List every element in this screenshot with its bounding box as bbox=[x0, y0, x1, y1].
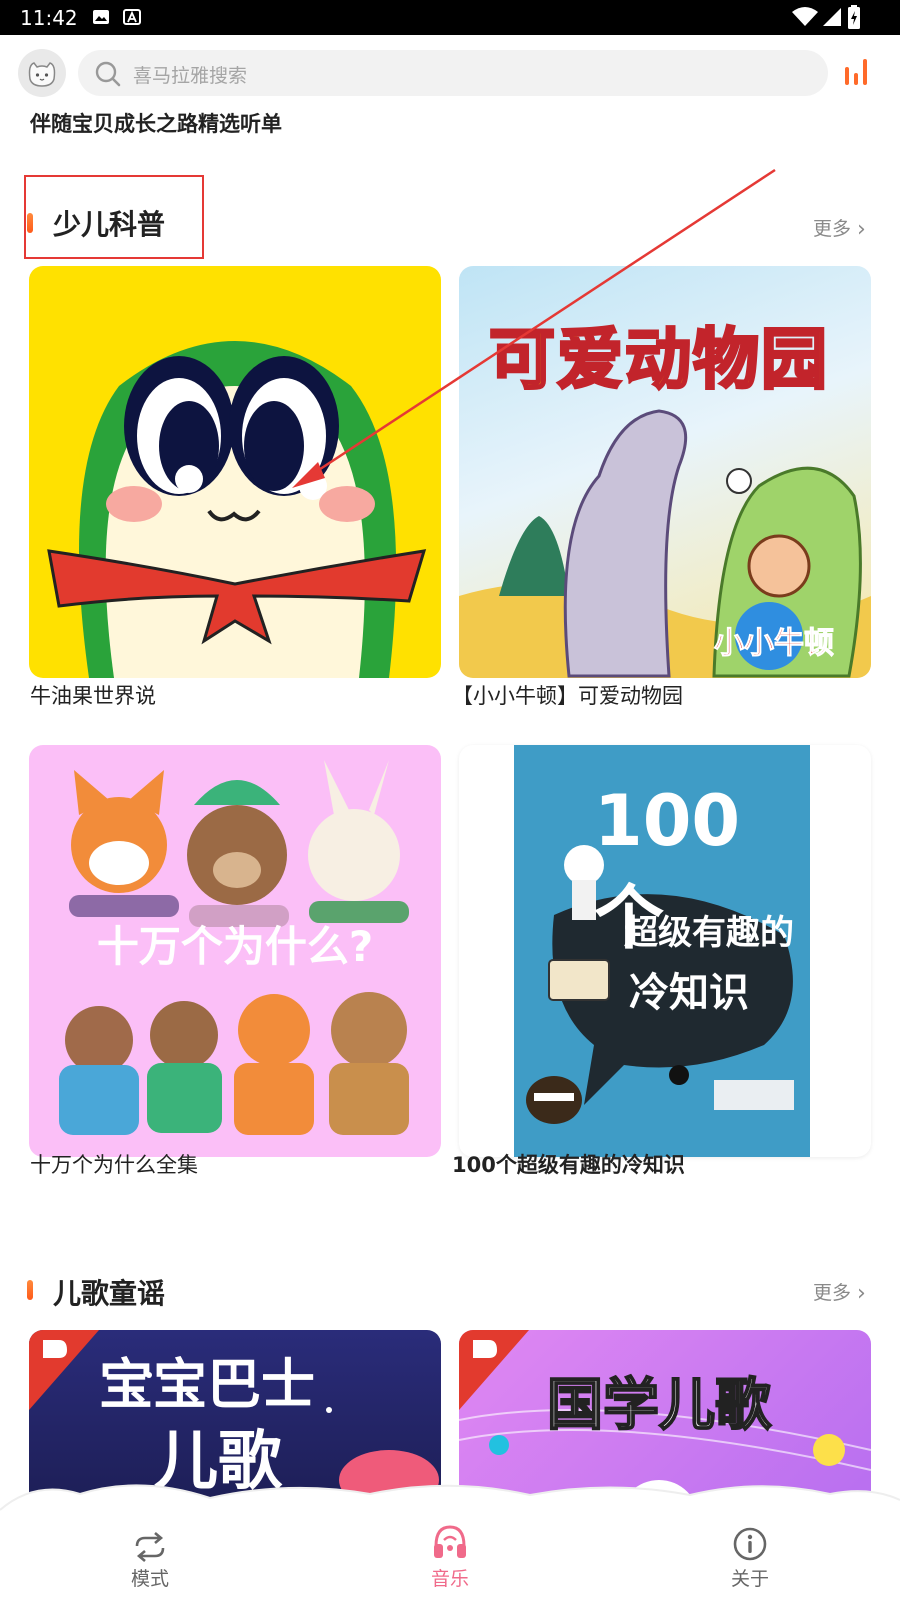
cover-title: 十万个为什么? bbox=[96, 922, 374, 971]
more-label: 更多 bbox=[813, 218, 852, 240]
album-cover-why[interactable]: 十万个为什么? bbox=[29, 745, 441, 1157]
image-notification-icon bbox=[93, 10, 109, 24]
album-cover-newton-zoo[interactable]: 可爱动物园 小小牛顿 bbox=[459, 266, 871, 678]
status-time: 11:42 bbox=[20, 6, 78, 30]
nav-tab-mode[interactable]: 模式 bbox=[80, 1532, 220, 1591]
repeat-icon bbox=[135, 1532, 165, 1562]
album-cover-fun-facts[interactable]: 100个 超级有趣的 冷知识 bbox=[459, 745, 871, 1157]
album-cover-avocado[interactable] bbox=[29, 266, 441, 678]
nav-tab-music[interactable]: 音乐 bbox=[380, 1522, 520, 1591]
more-label: 更多 bbox=[813, 1282, 852, 1304]
chevron-right-icon: › bbox=[857, 1281, 866, 1306]
search-header: 喜马拉雅搜索 bbox=[0, 35, 900, 110]
cover-badge: 小小牛顿 bbox=[714, 626, 835, 662]
wifi-icon bbox=[792, 7, 818, 26]
user-avatar[interactable] bbox=[18, 49, 66, 97]
cover-title: 冷知识 bbox=[629, 970, 749, 1016]
search-bar[interactable]: 喜马拉雅搜索 bbox=[78, 50, 828, 96]
nav-label: 模式 bbox=[130, 1568, 169, 1590]
album-title[interactable]: 【小小牛顿】可爱动物园 bbox=[452, 680, 683, 710]
battery-icon bbox=[848, 5, 860, 29]
nav-tab-about[interactable]: 关于 bbox=[680, 1526, 820, 1591]
cover-title: 宝宝巴士 bbox=[99, 1353, 315, 1416]
album-title[interactable]: 牛油果世界说 bbox=[30, 680, 156, 710]
headphones-icon bbox=[434, 1525, 466, 1558]
cover-subtitle: 超级有趣的 bbox=[624, 913, 794, 953]
cat-face-icon bbox=[28, 62, 56, 87]
now-playing-icon[interactable] bbox=[843, 55, 873, 87]
cover-title: 可爱动物园 bbox=[488, 320, 829, 400]
bottom-navigation: 模式 音乐 关于 bbox=[0, 1480, 900, 1600]
search-placeholder: 喜马拉雅搜索 bbox=[133, 65, 248, 87]
status-bar: 11:42 bbox=[0, 0, 900, 35]
book-cover: 100个 超级有趣的 冷知识 bbox=[514, 745, 810, 1157]
more-link-science[interactable]: 更多 › bbox=[813, 214, 866, 242]
penguin-illustration bbox=[47, 341, 427, 678]
album-title[interactable]: 100个超级有趣的冷知识 bbox=[452, 1149, 685, 1179]
chevron-right-icon: › bbox=[857, 217, 866, 242]
a-notification-icon bbox=[123, 9, 141, 25]
nav-label: 音乐 bbox=[430, 1568, 469, 1590]
cover-title: 国学儿歌 bbox=[546, 1372, 772, 1439]
search-icon bbox=[95, 61, 121, 87]
nav-label: 关于 bbox=[730, 1568, 769, 1590]
section-accent-bar bbox=[27, 1280, 33, 1300]
info-icon bbox=[733, 1527, 767, 1561]
annotation-highlight-box bbox=[24, 175, 204, 259]
cell-signal-icon bbox=[823, 8, 841, 26]
more-link-nursery[interactable]: 更多 › bbox=[813, 1278, 866, 1306]
section-title-nursery: 儿歌童谣 bbox=[53, 1277, 166, 1310]
listing-subtitle[interactable]: 伴随宝贝成长之路精选听单 bbox=[30, 108, 282, 138]
album-title[interactable]: 十万个为什么全集 bbox=[30, 1149, 198, 1179]
